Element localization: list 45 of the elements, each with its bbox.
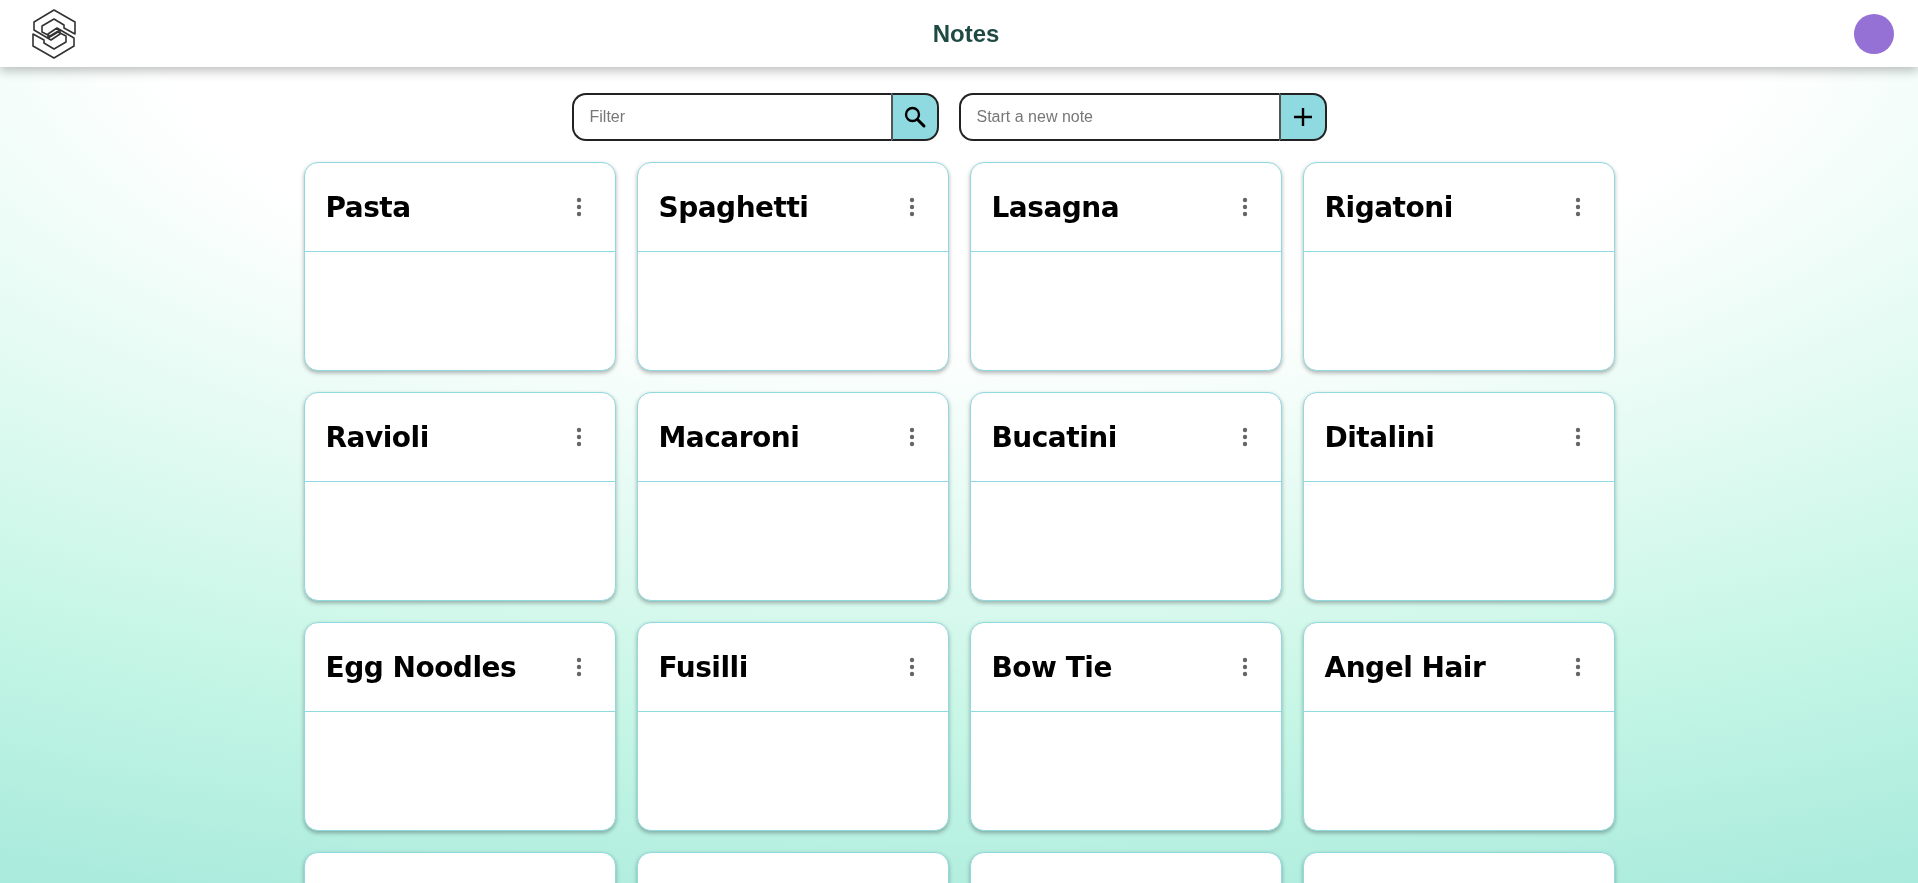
new-note-field[interactable]: Start a new note — [958, 93, 1279, 141]
note-title: Rigatoni — [1324, 190, 1453, 224]
more-options-icon[interactable] — [908, 197, 915, 217]
more-options-icon[interactable] — [1574, 197, 1581, 217]
note-card[interactable]: Egg Noodles — [303, 622, 616, 831]
note-title: Ravioli — [325, 420, 429, 454]
search-button[interactable] — [890, 93, 939, 141]
plus-icon — [1291, 106, 1314, 128]
note-title: Egg Noodles — [325, 650, 517, 684]
search-icon — [902, 105, 927, 129]
note-card[interactable]: Macaroni — [636, 392, 949, 601]
more-options-icon[interactable] — [1574, 427, 1581, 447]
logo-icon[interactable] — [30, 7, 78, 60]
note-title: Bow Tie — [991, 650, 1112, 684]
more-options-icon[interactable] — [1241, 427, 1248, 447]
more-options-icon[interactable] — [575, 427, 582, 447]
note-card[interactable]: Ravioli — [303, 392, 616, 601]
note-title: Lasagna — [991, 190, 1120, 224]
note-title: Pasta — [325, 190, 411, 224]
note-card[interactable]: Ditalini — [1302, 392, 1615, 601]
note-title: Bucatini — [991, 420, 1117, 454]
more-options-icon[interactable] — [1574, 657, 1581, 677]
more-options-icon[interactable] — [1241, 197, 1248, 217]
note-title: Spaghetti — [658, 190, 809, 224]
note-card[interactable]: Angel Hair — [1302, 622, 1615, 831]
note-card[interactable]: Bow Tie — [969, 622, 1282, 831]
add-button[interactable] — [1278, 93, 1327, 141]
note-title: Macaroni — [658, 420, 800, 454]
more-options-icon[interactable] — [908, 657, 915, 677]
more-options-icon[interactable] — [908, 427, 915, 447]
note-title: Fusilli — [658, 650, 748, 684]
more-options-icon[interactable] — [575, 197, 582, 217]
note-title: Angel Hair — [1324, 650, 1486, 684]
more-options-icon[interactable] — [1241, 657, 1248, 677]
note-card[interactable]: Lasagna — [969, 162, 1282, 371]
note-card[interactable]: Bucatini — [969, 392, 1282, 601]
note-card[interactable]: Pasta — [303, 162, 616, 371]
page-title: Notes — [932, 19, 1000, 48]
avatar[interactable] — [1854, 13, 1894, 54]
note-card[interactable]: Rigatoni — [1302, 162, 1615, 371]
note-card[interactable]: Fusilli — [636, 622, 949, 831]
note-title: Ditalini — [1324, 420, 1435, 454]
more-options-icon[interactable] — [575, 657, 582, 677]
filter-field[interactable]: Filter — [571, 93, 891, 141]
note-card[interactable]: Spaghetti — [636, 162, 949, 371]
